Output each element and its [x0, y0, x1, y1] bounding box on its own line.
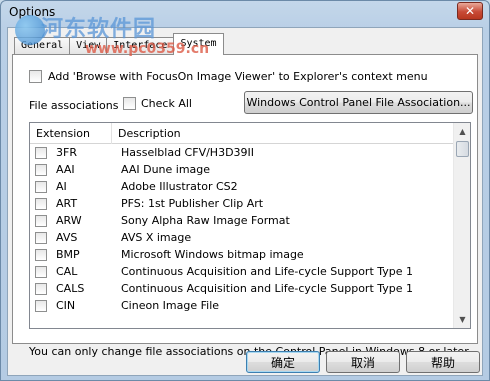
row-description: Adobe Illustrator CS2 — [121, 180, 238, 193]
file-association-list[interactable]: Extension Description 3FR Hasselblad CFV/… — [29, 122, 471, 329]
close-icon: ✕ — [464, 4, 476, 18]
check-all-option[interactable]: Check All — [123, 97, 192, 110]
row-checkbox[interactable] — [35, 163, 47, 176]
row-extension: AI — [56, 180, 67, 193]
tab-interface[interactable]: Interface — [106, 37, 175, 55]
close-button[interactable]: ✕ — [457, 2, 483, 20]
row-extension: AVS — [56, 231, 78, 244]
check-all-checkbox[interactable] — [123, 97, 136, 110]
file-associations-label: File associations — [29, 99, 119, 112]
cancel-button[interactable]: 取消 — [326, 351, 400, 373]
context-menu-label: Add 'Browse with FocusOn Image Viewer' t… — [48, 70, 428, 83]
row-description: Cineon Image File — [121, 299, 220, 312]
row-description: PFS: 1st Publisher Clip Art — [121, 197, 264, 210]
row-checkbox[interactable] — [35, 265, 47, 278]
list-item[interactable]: CIN Cineon Image File — [30, 297, 454, 314]
row-description: Sony Alpha Raw Image Format — [121, 214, 290, 227]
column-header-description[interactable]: Description — [112, 123, 454, 144]
tab-general[interactable]: General — [14, 37, 71, 55]
options-dialog: Options ✕ General View Interface System … — [0, 0, 490, 381]
row-extension: ART — [56, 197, 78, 210]
row-extension: CAL — [56, 265, 78, 278]
dialog-client: General View Interface System Add 'Brows… — [7, 27, 483, 376]
check-all-label: Check All — [141, 97, 192, 110]
row-extension: BMP — [56, 248, 80, 261]
list-item[interactable]: AAI AAI Dune image — [30, 161, 454, 178]
row-extension: CALS — [56, 282, 85, 295]
list-item[interactable]: BMP Microsoft Windows bitmap image — [30, 246, 454, 263]
tab-strip: General View Interface System — [14, 33, 224, 55]
row-checkbox[interactable] — [35, 146, 47, 159]
scroll-thumb[interactable] — [456, 141, 469, 157]
row-checkbox[interactable] — [35, 180, 47, 193]
list-rows: 3FR Hasselblad CFV/H3D39II AAI AAI Dune im… — [30, 144, 454, 314]
row-extension: CIN — [56, 299, 76, 312]
row-description: AAI Dune image — [121, 163, 211, 176]
list-item[interactable]: AVS AVS X image — [30, 229, 454, 246]
row-description: Continuous Acquisition and Life-cycle Su… — [121, 265, 414, 278]
row-checkbox[interactable] — [35, 231, 47, 244]
list-item[interactable]: 3FR Hasselblad CFV/H3D39II — [30, 144, 454, 161]
column-header-extension[interactable]: Extension — [30, 123, 112, 144]
scroll-up-arrow-icon[interactable]: ▲ — [454, 123, 470, 140]
list-item[interactable]: ART PFS: 1st Publisher Clip Art — [30, 195, 454, 212]
context-menu-option[interactable]: Add 'Browse with FocusOn Image Viewer' t… — [29, 70, 428, 83]
row-description: Microsoft Windows bitmap image — [121, 248, 304, 261]
vertical-scrollbar[interactable]: ▲ ▼ — [453, 123, 470, 328]
window-title: Options — [9, 5, 56, 19]
control-panel-file-association-button[interactable]: Windows Control Panel File Association..… — [244, 91, 473, 114]
help-button[interactable]: 帮助 — [406, 351, 480, 373]
row-description: Hasselblad CFV/H3D39II — [121, 146, 255, 159]
ok-button[interactable]: 确定 — [246, 351, 320, 373]
row-checkbox[interactable] — [35, 282, 47, 295]
scroll-down-arrow-icon[interactable]: ▼ — [454, 311, 470, 328]
list-header: Extension Description — [30, 123, 454, 144]
row-checkbox[interactable] — [35, 214, 47, 227]
tab-view[interactable]: View — [69, 37, 108, 55]
system-tab-panel: Add 'Browse with FocusOn Image Viewer' t… — [12, 54, 478, 358]
list-item[interactable]: CAL Continuous Acquisition and Life-cycle… — [30, 263, 454, 280]
row-extension: 3FR — [56, 146, 77, 159]
tab-system[interactable]: System — [173, 33, 224, 55]
list-item[interactable]: AI Adobe Illustrator CS2 — [30, 178, 454, 195]
row-description: Continuous Acquisition and Life-cycle Su… — [121, 282, 414, 295]
list-item[interactable]: CALS Continuous Acquisition and Life-cycl… — [30, 280, 454, 297]
list-item[interactable]: ARW Sony Alpha Raw Image Format — [30, 212, 454, 229]
row-extension: ARW — [56, 214, 82, 227]
row-checkbox[interactable] — [35, 248, 47, 261]
row-checkbox[interactable] — [35, 299, 47, 312]
row-extension: AAI — [56, 163, 75, 176]
context-menu-checkbox[interactable] — [29, 70, 42, 83]
row-description: AVS X image — [121, 231, 192, 244]
row-checkbox[interactable] — [35, 197, 47, 210]
